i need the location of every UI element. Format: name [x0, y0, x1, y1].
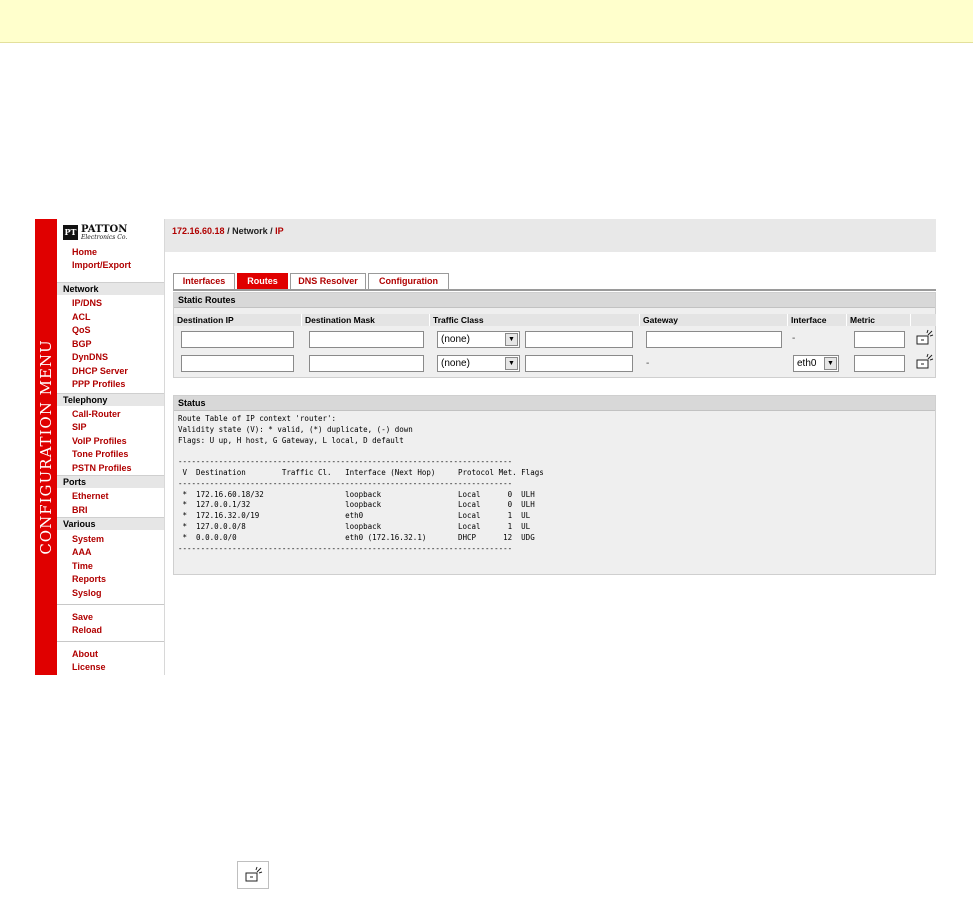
logo-name: PATTON — [81, 224, 128, 235]
static-routes-title: Static Routes — [174, 293, 935, 308]
col-traffic-class: Traffic Class — [430, 314, 640, 326]
sidebar-item-tone-profiles[interactable]: Tone Profiles — [72, 448, 128, 460]
sidebar-item-bgp[interactable]: BGP — [72, 338, 92, 350]
breadcrumb-host[interactable]: 172.16.60.18 — [172, 226, 225, 236]
sidebar-item-about[interactable]: About — [72, 648, 98, 660]
route-2-gateway-value: - — [646, 358, 650, 369]
tab-interfaces[interactable]: Interfaces — [173, 273, 235, 289]
route-1-add-button[interactable] — [915, 329, 935, 347]
sidebar-item-syslog[interactable]: Syslog — [72, 587, 102, 599]
route-2-destination-ip-input[interactable] — [181, 355, 294, 372]
route-1-metric-input[interactable] — [854, 331, 905, 348]
sidebar-item-import-export[interactable]: Import/Export — [72, 259, 131, 271]
configuration-menu-strip: CONFIGURATION MENU — [35, 219, 57, 675]
sidebar-item-ethernet[interactable]: Ethernet — [72, 490, 109, 502]
sidebar: PT PATTON Electronics Co. Home Import/Ex… — [57, 219, 165, 675]
route-2-destination-mask-input[interactable] — [309, 355, 424, 372]
sidebar-section-network: Network — [57, 282, 164, 295]
col-interface: Interface — [788, 314, 847, 326]
sidebar-item-dyndns[interactable]: DynDNS — [72, 351, 108, 363]
sidebar-divider — [57, 641, 164, 642]
sidebar-item-dhcp-server[interactable]: DHCP Server — [72, 365, 128, 377]
breadcrumb-page: IP — [275, 226, 284, 236]
col-gateway: Gateway — [640, 314, 788, 326]
route-1-interface-value: - — [792, 333, 796, 344]
sidebar-item-license[interactable]: License — [72, 661, 106, 673]
add-route-icon — [245, 866, 263, 882]
sidebar-item-pstn-profiles[interactable]: PSTN Profiles — [72, 462, 132, 474]
add-route-icon-legend — [237, 861, 269, 889]
logo-sub: Electronics Co. — [81, 234, 128, 241]
sidebar-section-ports: Ports — [57, 475, 164, 488]
sidebar-item-save[interactable]: Save — [72, 611, 93, 623]
status-title: Status — [174, 396, 935, 411]
top-banner — [0, 0, 973, 43]
sidebar-item-home[interactable]: Home — [72, 246, 97, 258]
tab-dns-resolver[interactable]: DNS Resolver — [290, 273, 366, 289]
breadcrumb: 172.16.60.18 / Network / IP — [165, 219, 936, 252]
chevron-down-icon: ▼ — [505, 333, 518, 346]
sidebar-item-acl[interactable]: ACL — [72, 311, 91, 323]
tab-underline — [173, 289, 936, 291]
logo-mark: PT — [63, 225, 78, 240]
sidebar-item-time[interactable]: Time — [72, 560, 93, 572]
patton-web-ui: CONFIGURATION MENU PT PATTON Electronics… — [35, 219, 936, 675]
sidebar-item-sip[interactable]: SIP — [72, 421, 87, 433]
sidebar-item-qos[interactable]: QoS — [72, 324, 91, 336]
breadcrumb-section[interactable]: Network — [232, 226, 268, 236]
route-2-metric-input[interactable] — [854, 355, 905, 372]
route-1-traffic-class-value: (none) — [441, 334, 470, 345]
add-route-icon — [916, 329, 934, 345]
sidebar-item-call-router[interactable]: Call-Router — [72, 408, 121, 420]
sidebar-item-reports[interactable]: Reports — [72, 573, 106, 585]
route-1-traffic-class-select[interactable]: (none) ▼ — [437, 331, 520, 348]
add-route-icon — [916, 353, 934, 369]
route-2-traffic-class-value: (none) — [441, 358, 470, 369]
status-panel: Status Route Table of IP context 'router… — [173, 395, 936, 575]
tab-routes[interactable]: Routes — [237, 273, 288, 289]
sidebar-item-ppp-profiles[interactable]: PPP Profiles — [72, 378, 125, 390]
tab-configuration[interactable]: Configuration — [368, 273, 449, 289]
route-2-interface-select[interactable]: eth0 ▼ — [793, 355, 839, 372]
chevron-down-icon: ▼ — [505, 357, 518, 370]
col-destination-ip: Destination IP — [174, 314, 302, 326]
route-1-gateway-input[interactable] — [646, 331, 782, 348]
sidebar-item-bri[interactable]: BRI — [72, 504, 88, 516]
breadcrumb-separator: / — [224, 226, 233, 236]
sidebar-item-aaa[interactable]: AAA — [72, 546, 92, 558]
route-table-output: Route Table of IP context 'router': Vali… — [178, 414, 544, 553]
patton-logo: PT PATTON Electronics Co. — [63, 225, 131, 242]
route-2-interface-value: eth0 — [797, 358, 817, 369]
col-destination-mask: Destination Mask — [302, 314, 430, 326]
route-2-add-button[interactable] — [915, 353, 935, 371]
col-metric: Metric — [847, 314, 911, 326]
sidebar-section-telephony: Telephony — [57, 393, 164, 406]
static-routes-panel: Static Routes Destination IP Destination… — [173, 292, 936, 378]
route-1-traffic-class-input[interactable] — [525, 331, 633, 348]
sidebar-divider — [57, 604, 164, 605]
sidebar-item-voip-profiles[interactable]: VoIP Profiles — [72, 435, 127, 447]
route-1-destination-ip-input[interactable] — [181, 331, 294, 348]
route-2-traffic-class-input[interactable] — [525, 355, 633, 372]
col-action — [911, 314, 936, 326]
route-1-destination-mask-input[interactable] — [309, 331, 424, 348]
breadcrumb-separator: / — [267, 226, 276, 236]
sidebar-item-system[interactable]: System — [72, 533, 104, 545]
main-content: 172.16.60.18 / Network / IP Interfaces R… — [165, 219, 936, 675]
route-2-traffic-class-select[interactable]: (none) ▼ — [437, 355, 520, 372]
chevron-down-icon: ▼ — [824, 357, 837, 370]
menu-title: CONFIGURATION MENU — [37, 339, 55, 555]
sidebar-section-various: Various — [57, 517, 164, 530]
sidebar-item-reload[interactable]: Reload — [72, 624, 102, 636]
sidebar-item-ip-dns[interactable]: IP/DNS — [72, 297, 102, 309]
